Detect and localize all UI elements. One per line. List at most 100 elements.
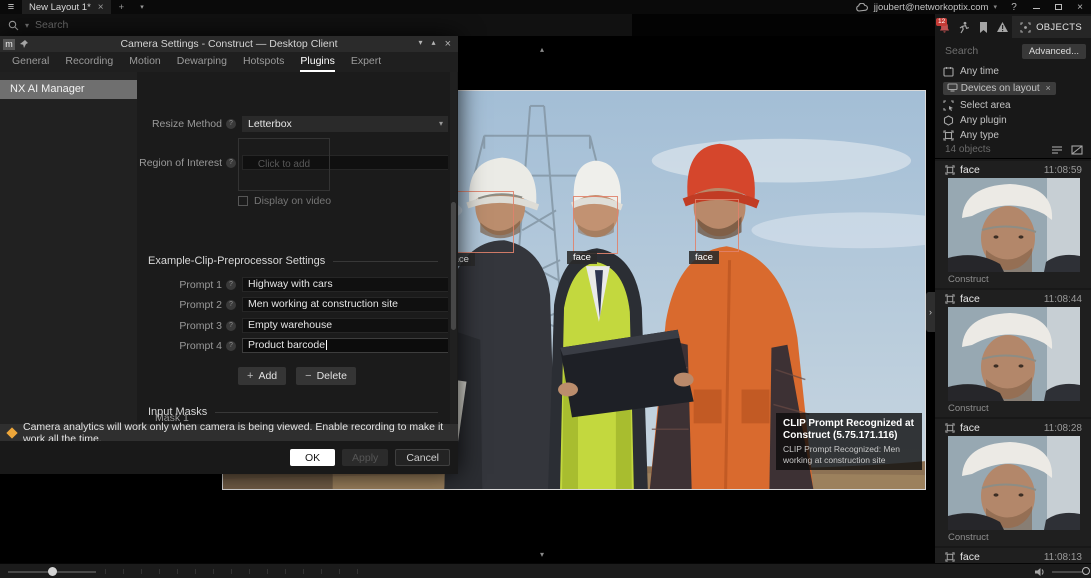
search-icon xyxy=(8,20,19,31)
resource-search-bar[interactable]: ▾ Search xyxy=(0,14,632,36)
object-card[interactable]: face 11:08:13 xyxy=(935,548,1091,563)
list-view-icon[interactable] xyxy=(1051,145,1063,155)
devices-filter-chip[interactable]: Devices on layout × xyxy=(943,82,1056,95)
object-thumbnail[interactable] xyxy=(948,436,1080,530)
prompt3-label: Prompt 3 xyxy=(137,320,222,332)
filter-any-plugin[interactable]: Any plugin xyxy=(943,115,1007,126)
volume-icon[interactable] xyxy=(1034,567,1046,577)
dialog-tab[interactable]: Hotspots xyxy=(243,55,284,72)
tab-list-chevron-icon[interactable]: ▾ xyxy=(132,3,152,11)
object-thumbnail[interactable] xyxy=(948,307,1080,401)
sidebar-item-nx-ai-manager[interactable]: NX AI Manager xyxy=(0,80,137,99)
bookmarks-tab[interactable] xyxy=(974,21,993,34)
thumbnails-off-icon[interactable] xyxy=(1071,145,1083,155)
dialog-close-icon[interactable]: × xyxy=(445,38,451,50)
dialog-tab[interactable]: Dewarping xyxy=(177,55,227,72)
dialog-collapse-icon[interactable]: ▾ xyxy=(419,38,423,50)
prompt4-input[interactable]: Product barcode xyxy=(242,338,448,353)
resize-method-select[interactable]: Letterbox ▾ xyxy=(242,116,448,132)
display-on-video-checkbox[interactable] xyxy=(238,196,248,206)
prompt4-label: Prompt 4 xyxy=(137,340,222,352)
objects-count-row: 14 objects xyxy=(945,144,1083,155)
timeline-ticks xyxy=(105,569,358,575)
face-bounding-box xyxy=(573,196,618,254)
dialog-scrollbar[interactable] xyxy=(450,72,457,424)
object-card[interactable]: face 11:08:59 xyxy=(935,161,1091,288)
help-icon[interactable]: ? xyxy=(226,119,236,129)
plugin-icon xyxy=(943,115,954,126)
close-tab-icon[interactable]: × xyxy=(98,2,104,13)
close-window-button[interactable]: × xyxy=(1069,2,1091,13)
clip-section-title: Example-Clip-Preprocessor Settings xyxy=(148,255,325,267)
volume-slider[interactable] xyxy=(1052,571,1082,573)
notification-count-badge: 12 xyxy=(936,18,947,26)
help-icon[interactable]: ? xyxy=(226,321,236,331)
resize-method-label: Resize Method xyxy=(137,118,222,130)
help-icon[interactable]: ? xyxy=(226,341,236,351)
display-on-video-label: Display on video xyxy=(254,195,331,207)
roi-click-to-add[interactable]: Click to add xyxy=(238,138,330,191)
dialog-tab[interactable]: Plugins xyxy=(300,55,334,72)
object-thumbnail[interactable] xyxy=(948,178,1080,272)
object-card[interactable]: face 11:08:44 xyxy=(935,290,1091,417)
prompt1-input[interactable]: Highway with cars xyxy=(242,277,448,292)
object-type-icon xyxy=(945,423,955,433)
help-icon[interactable]: ? xyxy=(226,280,236,290)
analytics-warning-banner: Camera analytics will work only when cam… xyxy=(0,424,458,441)
pin-icon[interactable] xyxy=(19,39,29,49)
plugin-settings-body: Resize Method ? Letterbox ▾ Region of In… xyxy=(137,72,448,424)
panel-collapse-handle[interactable]: › xyxy=(926,292,935,332)
cloud-account[interactable]: jjoubert@networkoptix.com ▾ xyxy=(856,2,1003,13)
prompt2-input[interactable]: Men working at construction site xyxy=(242,297,448,312)
timeline-bar xyxy=(0,563,1091,578)
ok-button[interactable]: OK xyxy=(290,449,335,466)
dialog-tab[interactable]: Recording xyxy=(65,55,113,72)
advanced-search-button[interactable]: Advanced... xyxy=(1022,44,1086,59)
add-prompt-button[interactable]: + Add xyxy=(238,367,286,385)
filter-any-time[interactable]: Any time xyxy=(943,66,999,77)
layout-tab[interactable]: New Layout 1* × xyxy=(22,0,111,14)
scrollbar-thumb[interactable] xyxy=(451,202,456,330)
speed-slider-knob[interactable] xyxy=(48,567,57,576)
main-menu-icon[interactable]: ≡ xyxy=(0,1,22,13)
account-label: jjoubert@networkoptix.com xyxy=(874,2,989,13)
prompt3-input[interactable]: Empty warehouse xyxy=(242,318,448,333)
dialog-tab[interactable]: General xyxy=(12,55,49,72)
display-on-video-row[interactable]: Display on video xyxy=(238,195,331,207)
filter-devices-on-layout[interactable]: Devices on layout × xyxy=(943,82,1056,95)
help-icon[interactable]: ? xyxy=(226,300,236,310)
search-scope-chevron-icon[interactable]: ▾ xyxy=(25,21,29,30)
dialog-expand-icon[interactable]: ▴ xyxy=(432,38,436,50)
top-panel-collapse-icon[interactable]: ▴ xyxy=(540,45,544,54)
plugins-sidebar: NX AI Manager xyxy=(0,72,137,424)
volume-slider-knob[interactable] xyxy=(1082,567,1090,575)
cancel-button[interactable]: Cancel xyxy=(395,449,450,466)
help-icon[interactable]: ? xyxy=(226,158,236,168)
object-type-label: face xyxy=(960,164,980,176)
maximize-button[interactable] xyxy=(1047,2,1069,13)
filter-any-type[interactable]: Any type xyxy=(943,130,999,141)
dialog-tab[interactable]: Motion xyxy=(129,55,161,72)
dialog-tab[interactable]: Expert xyxy=(351,55,381,72)
object-card[interactable]: face 11:08:28 xyxy=(935,419,1091,546)
dialog-tab-bar: General Recording Motion Dewarping Hotsp… xyxy=(0,52,458,72)
notifications-tab[interactable]: 12 xyxy=(935,21,954,34)
notification-body: CLIP Prompt Recognized: Men working at c… xyxy=(783,444,915,465)
apply-button[interactable]: Apply xyxy=(342,449,388,466)
motion-tab[interactable] xyxy=(954,21,973,34)
object-card-list: face 11:08:59 xyxy=(935,161,1091,563)
minimize-button[interactable] xyxy=(1025,2,1047,13)
events-tab[interactable] xyxy=(993,21,1012,33)
objects-count: 14 objects xyxy=(945,144,991,155)
help-button[interactable]: ? xyxy=(1003,2,1025,13)
tab-objects[interactable]: OBJECTS xyxy=(1012,16,1091,38)
remove-filter-icon[interactable]: × xyxy=(1046,83,1051,93)
timeline-collapse-icon[interactable]: ▾ xyxy=(540,550,544,559)
dialog-titlebar[interactable]: m Camera Settings - Construct — Desktop … xyxy=(0,36,458,52)
filter-select-area[interactable]: Select area xyxy=(943,100,1011,111)
delete-prompt-button[interactable]: − Delete xyxy=(296,367,356,385)
add-tab-button[interactable]: + xyxy=(111,2,133,13)
objects-search-input[interactable]: Search xyxy=(945,45,978,57)
object-detection-icon xyxy=(1020,22,1031,33)
minus-icon: − xyxy=(305,370,311,382)
